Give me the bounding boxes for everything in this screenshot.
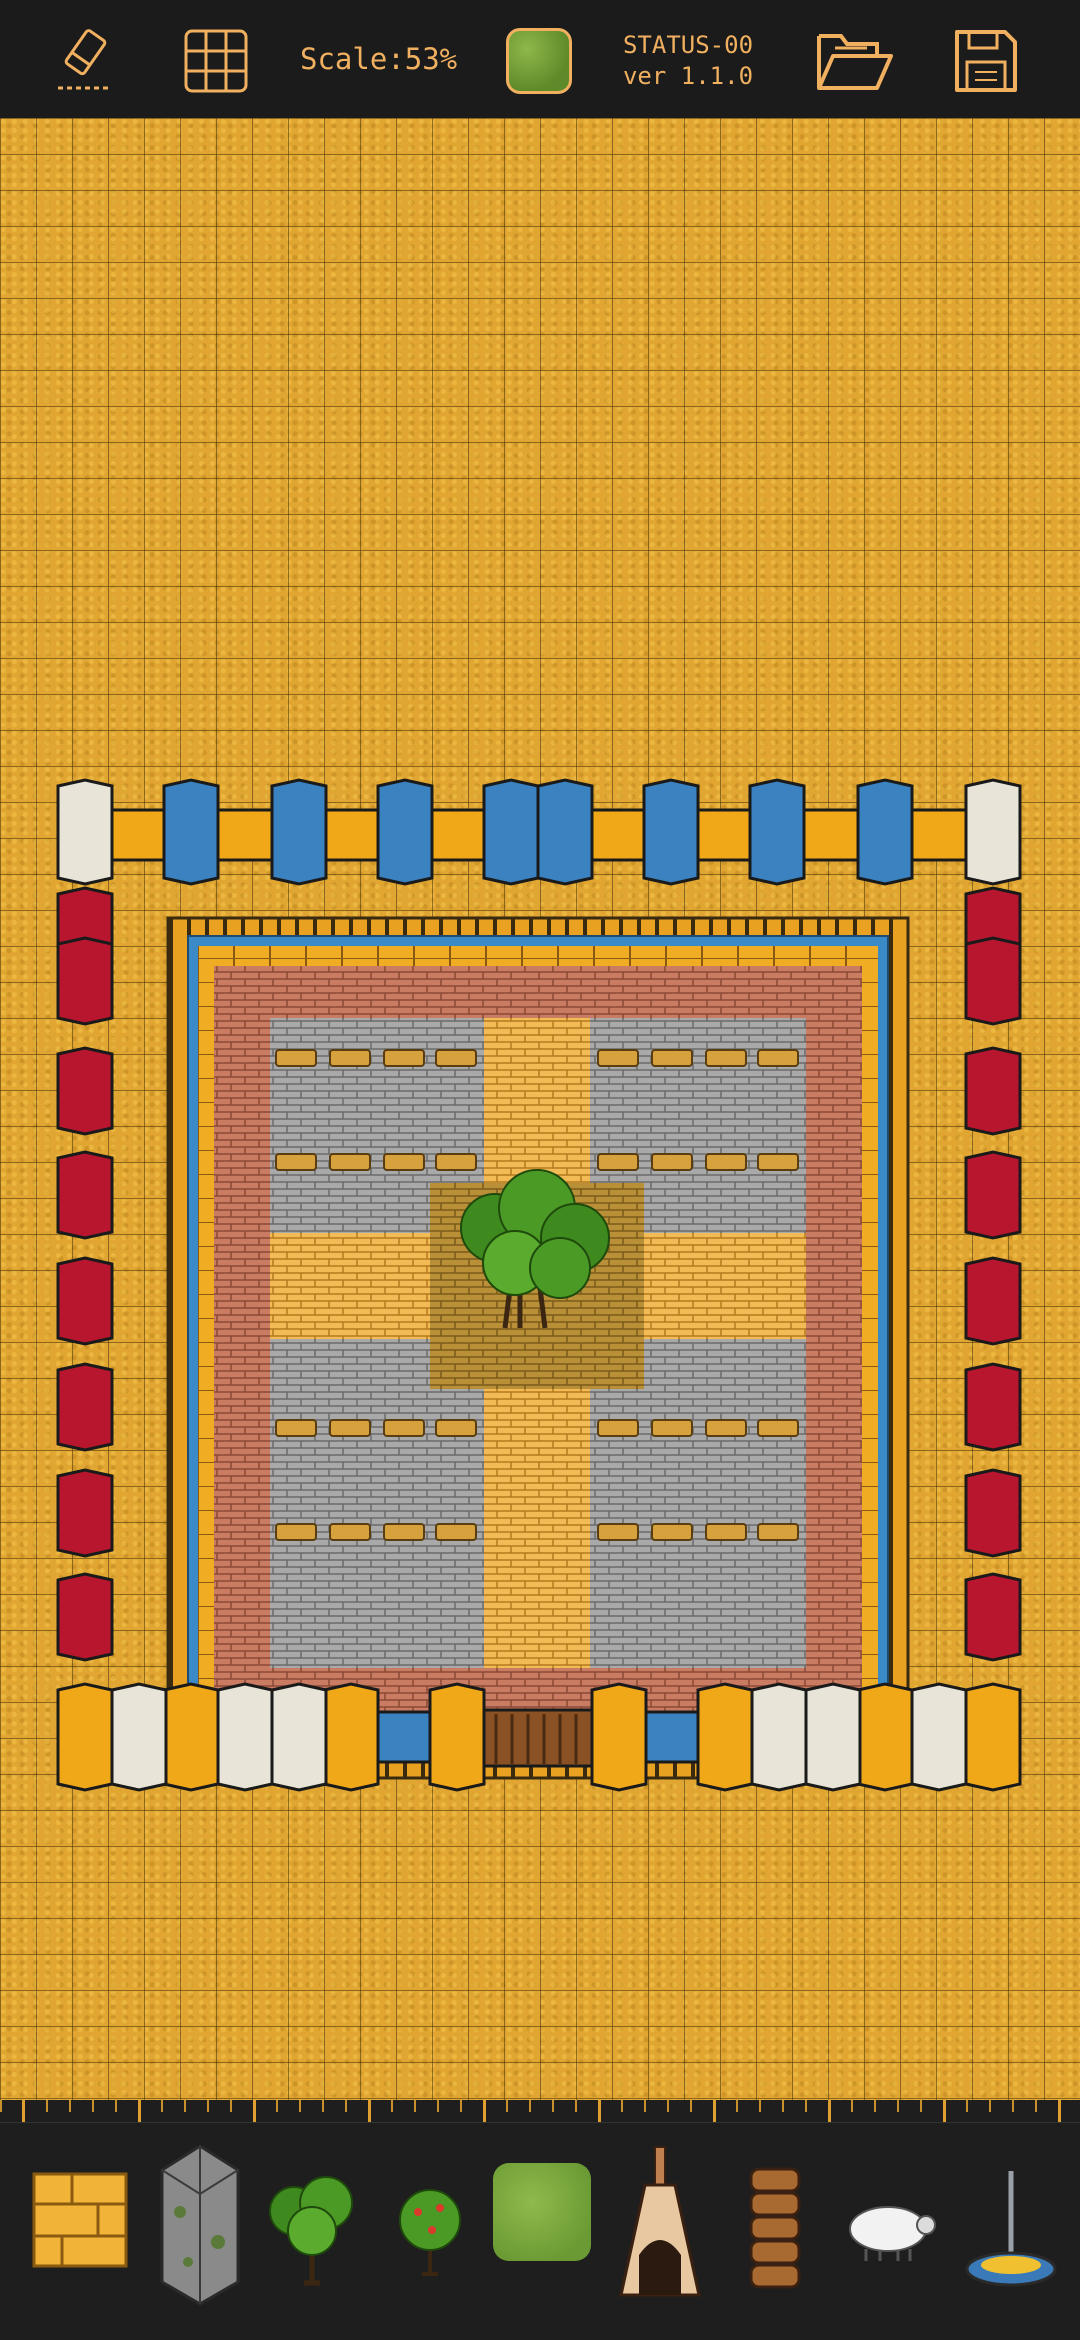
palette-item-bell-furnace[interactable] <box>610 2140 710 2310</box>
eraser-button[interactable] <box>48 26 120 96</box>
folder-icon <box>817 34 893 90</box>
palette-item-fruit-tree[interactable] <box>385 2180 475 2280</box>
right-wall <box>964 886 1022 1662</box>
fountain-icon <box>965 2171 1057 2287</box>
stone-pillar-icon <box>160 2144 240 2306</box>
palette-item-wood-plank[interactable] <box>30 2170 130 2270</box>
palette-item-stone-pillar[interactable] <box>150 2140 250 2310</box>
palette-item-fountain[interactable] <box>956 2160 1066 2300</box>
map-scene <box>56 778 1022 1792</box>
left-wall <box>56 886 114 1662</box>
eraser-icon <box>58 29 110 90</box>
palette-item-barrel-stack[interactable] <box>730 2160 820 2300</box>
top-wall <box>56 778 1022 886</box>
barrel-stack-icon <box>749 2167 801 2289</box>
selected-tile-button[interactable] <box>503 26 575 96</box>
fruit-tree-icon <box>399 2189 461 2276</box>
bell-furnace-icon <box>619 2146 701 2297</box>
sheep-icon <box>849 2206 936 2261</box>
palette-item-tree[interactable] <box>262 2160 362 2290</box>
floppy-disk-icon <box>955 30 1017 92</box>
palette-item-grass[interactable] <box>490 2160 594 2264</box>
tree-icon <box>269 2176 353 2286</box>
grid-toggle-button[interactable] <box>182 26 250 96</box>
status-text: STATUS-00 <box>622 31 754 59</box>
top-toolbar: Scale:53% STATUS-00 ver 1.1.0 <box>0 0 1080 120</box>
map-canvas[interactable] <box>0 118 1080 2100</box>
status-info: STATUS-00 ver 1.1.0 <box>618 30 758 92</box>
grass-tile-icon <box>493 2163 591 2261</box>
grass-swatch-icon <box>506 28 572 94</box>
open-file-button[interactable] <box>814 26 896 96</box>
version-text: ver 1.1.0 <box>622 62 754 90</box>
save-button[interactable] <box>952 26 1020 96</box>
scale-label[interactable]: Scale:53% <box>300 42 457 76</box>
item-palette <box>0 2100 1080 2340</box>
palette-item-sheep[interactable] <box>840 2190 940 2270</box>
palette-ruler <box>0 2100 1080 2123</box>
wood-plank-icon <box>32 2172 128 2268</box>
grid-icon <box>184 29 248 93</box>
